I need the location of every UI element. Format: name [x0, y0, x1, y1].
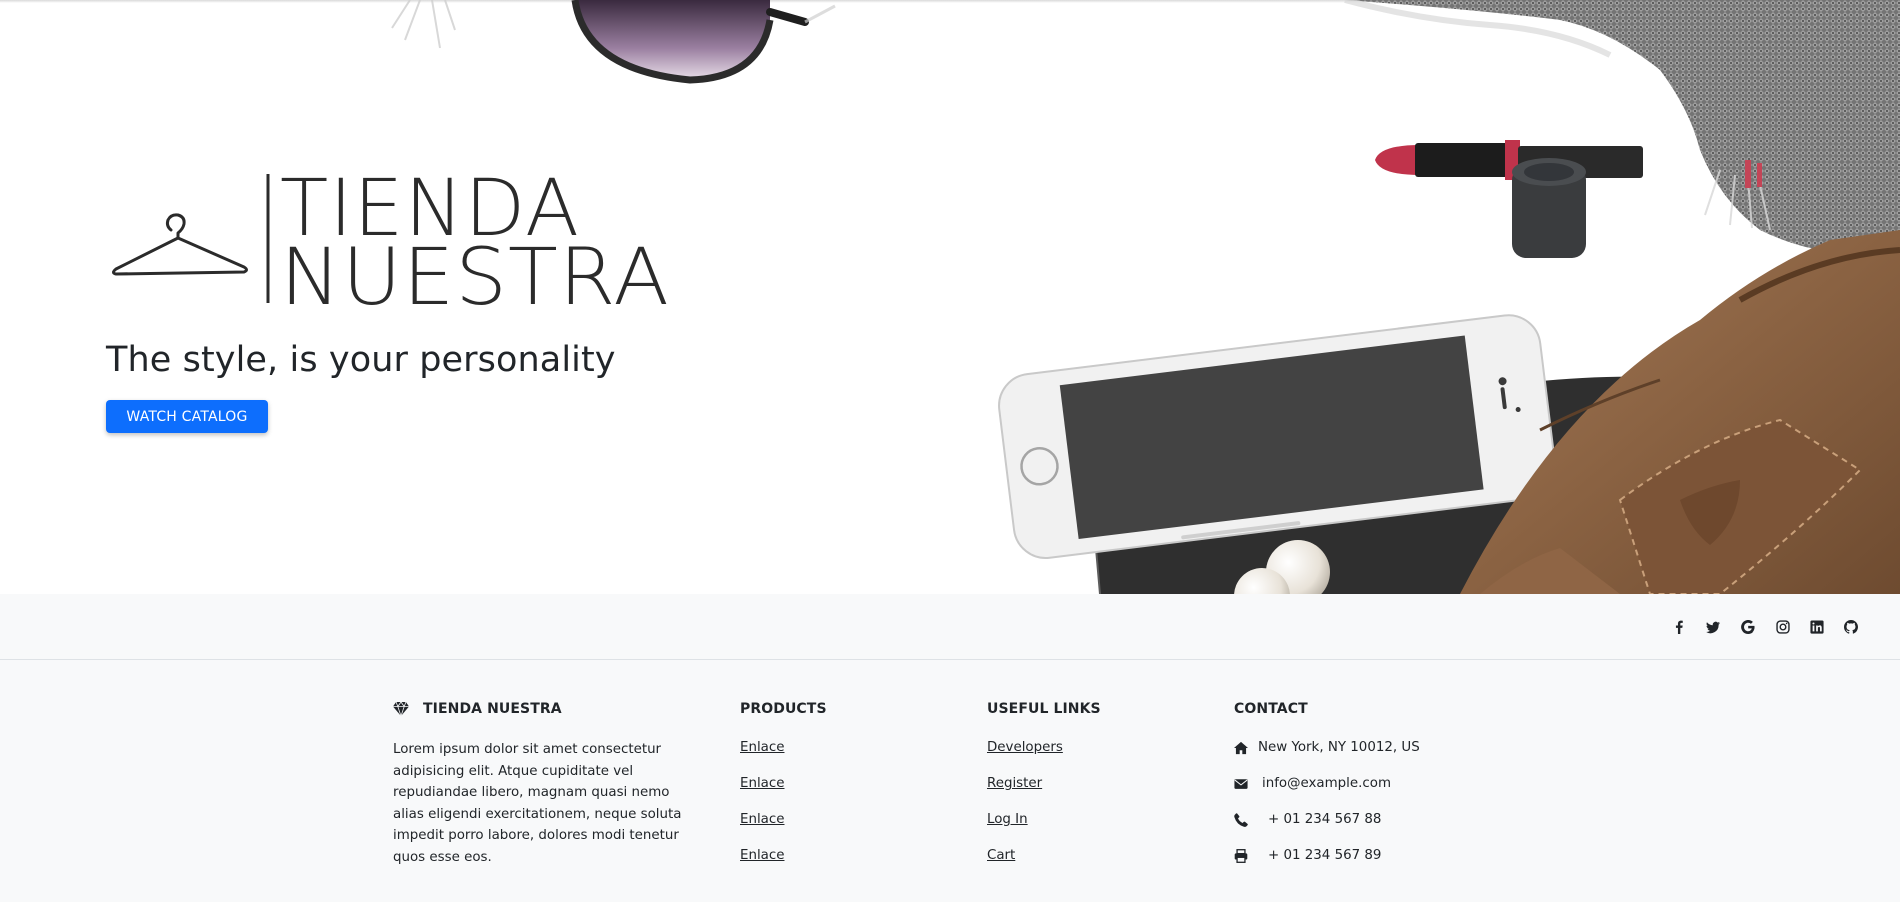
brand-logo: TIENDA NUESTRA: [112, 166, 670, 308]
footer-about-text: Lorem ipsum dolor sit amet consectetur a…: [393, 742, 682, 865]
watch-catalog-button[interactable]: WATCH CATALOG: [106, 400, 268, 433]
products-link[interactable]: Enlace: [740, 812, 784, 827]
developers-link[interactable]: Developers: [987, 740, 1063, 755]
footer-contact-column: CONTACT New York, NY 10012, US info@exam…: [1234, 701, 1420, 883]
instagram-icon[interactable]: [1772, 616, 1794, 638]
footer-brand-column: TIENDA NUESTRA Lorem ipsum dolor sit ame…: [393, 701, 683, 869]
footer-useful-links-title: USEFUL LINKS: [987, 701, 1101, 717]
gem-icon: [393, 701, 423, 717]
hero-tagline: The style, is your personality: [106, 340, 616, 380]
site-footer: TIENDA NUESTRA Lorem ipsum dolor sit ame…: [0, 661, 1900, 902]
contact-address-text: New York, NY 10012, US: [1258, 740, 1420, 755]
google-icon[interactable]: [1737, 616, 1759, 638]
useful-links: Developers Register Log In Cart: [987, 739, 1101, 883]
footer-contact-title: CONTACT: [1234, 701, 1308, 717]
products-link[interactable]: Enlace: [740, 776, 784, 791]
contact-phone-text: + 01 234 567 88: [1268, 812, 1382, 827]
contact-phone: + 01 234 567 88: [1234, 811, 1420, 847]
contact-email-text: info@example.com: [1262, 776, 1391, 791]
envelope-icon: [1234, 777, 1248, 791]
register-link[interactable]: Register: [987, 776, 1042, 791]
phone-icon: [1234, 813, 1248, 827]
products-link[interactable]: Enlace: [740, 740, 784, 755]
footer-products-column: PRODUCTS Enlace Enlace Enlace Enlace: [740, 701, 827, 883]
home-icon: [1234, 741, 1248, 755]
github-icon[interactable]: [1840, 616, 1862, 638]
products-link[interactable]: Enlace: [740, 848, 784, 863]
contact-email: info@example.com: [1234, 775, 1420, 811]
twitter-icon[interactable]: [1702, 616, 1724, 638]
contact-fax-text: + 01 234 567 89: [1268, 848, 1382, 863]
linkedin-icon[interactable]: [1806, 616, 1828, 638]
footer-brand-title: TIENDA NUESTRA: [423, 701, 562, 717]
hanger-icon: [112, 213, 248, 276]
footer-products-title: PRODUCTS: [740, 701, 827, 717]
contact-fax: + 01 234 567 89: [1234, 847, 1420, 883]
social-bar: [0, 594, 1900, 660]
contact-address: New York, NY 10012, US: [1234, 739, 1420, 775]
cart-link[interactable]: Cart: [987, 848, 1015, 863]
logo-text-line2: NUESTRA: [280, 233, 670, 308]
footer-useful-links-column: USEFUL LINKS Developers Register Log In …: [987, 701, 1101, 883]
login-link[interactable]: Log In: [987, 812, 1028, 827]
facebook-icon[interactable]: [1668, 616, 1690, 638]
products-links: Enlace Enlace Enlace Enlace: [740, 739, 827, 883]
print-icon: [1234, 849, 1248, 863]
hero-section: TIENDA NUESTRA The style, is your person…: [0, 0, 1900, 594]
